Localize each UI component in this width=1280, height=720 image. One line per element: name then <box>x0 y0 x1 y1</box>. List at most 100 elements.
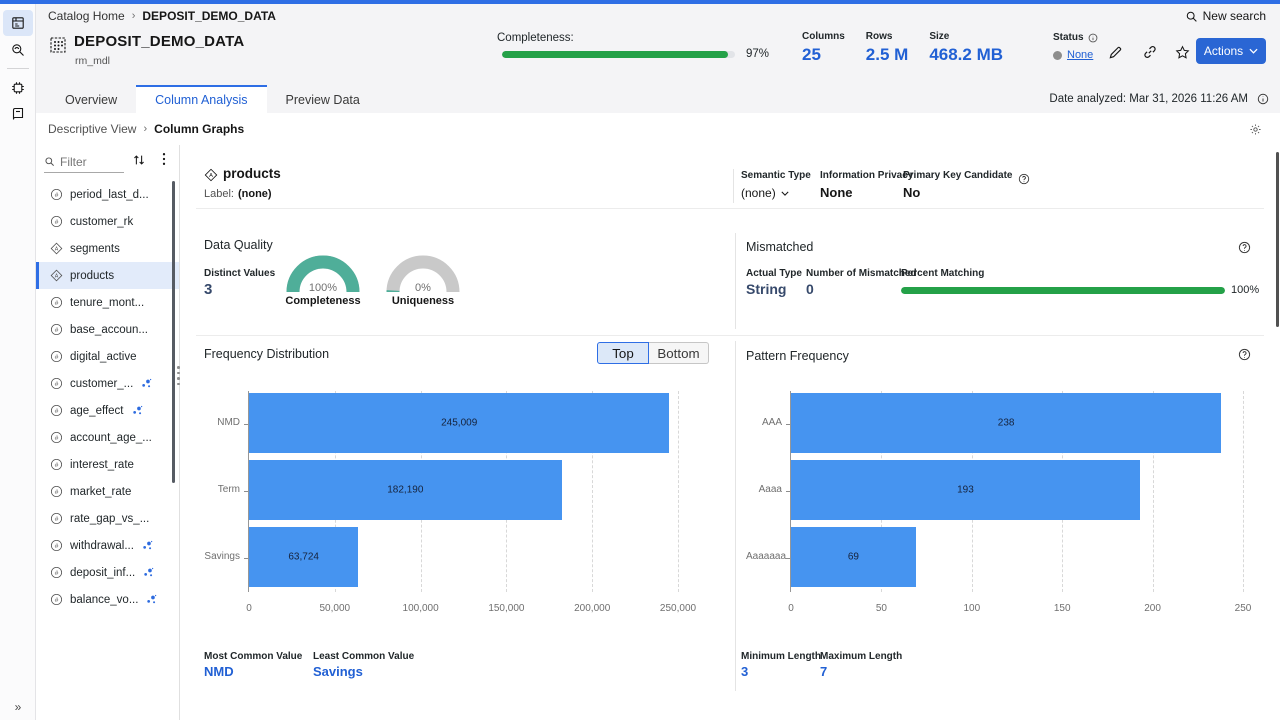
breadcrumb-catalog-home[interactable]: Catalog Home <box>48 9 125 23</box>
breadcrumb-separator: › <box>132 10 136 22</box>
info-icon[interactable] <box>1088 33 1098 43</box>
sidebar-item-age_effect[interactable]: #age_effect <box>36 397 179 424</box>
semantic-type-select[interactable]: (none) <box>741 186 811 200</box>
bar-value-label: 245,009 <box>249 418 669 429</box>
svg-text:A: A <box>209 173 213 179</box>
data-quality-title: Data Quality <box>204 238 273 252</box>
link-button[interactable] <box>1140 42 1160 62</box>
category-label: NMD <box>204 417 240 428</box>
axis-tick-label: 200,000 <box>557 603 627 614</box>
sidebar-scrollbar[interactable] <box>172 181 175 483</box>
axis-tick-label: 0 <box>756 603 826 614</box>
string-type-icon: A <box>50 242 63 255</box>
overflow-menu-button[interactable] <box>162 152 166 166</box>
distinct-values-value: 3 <box>204 281 212 298</box>
expand-rail-button[interactable]: » <box>0 700 36 714</box>
numeric-type-icon: # <box>50 323 63 336</box>
help-icon[interactable] <box>1018 173 1030 185</box>
status-dot <box>1053 51 1062 60</box>
sidebar-item-deposit_inf[interactable]: #deposit_inf... <box>36 559 179 586</box>
chart-plot-area: 245,009182,19063,724050,000100,000150,00… <box>248 391 678 592</box>
settings-gear-button[interactable] <box>1249 123 1262 136</box>
sidebar-item-tenure_mont[interactable]: #tenure_mont... <box>36 289 179 316</box>
bar-term[interactable]: 182,190 <box>249 460 562 520</box>
completeness-label: Completeness: <box>497 32 574 44</box>
svg-text:#: # <box>55 300 59 307</box>
filter-input[interactable] <box>60 155 116 169</box>
primary-key-field: Primary Key Candidate No <box>903 170 1013 200</box>
filter-field[interactable] <box>44 151 124 173</box>
page-title: DEPOSIT_DEMO_DATA <box>74 33 244 50</box>
sidebar-item-period_last_d[interactable]: #period_last_d... <box>36 181 179 208</box>
view-breadcrumb-current: Column Graphs <box>154 122 244 136</box>
rail-catalog-button[interactable] <box>3 10 33 36</box>
rail-data-button[interactable] <box>3 75 33 101</box>
column-name-label: products <box>70 270 114 282</box>
completeness-fill <box>502 51 728 58</box>
new-search-button[interactable]: New search <box>1185 9 1266 23</box>
least-common-value: Savings <box>313 664 363 679</box>
kebab-icon <box>162 152 166 166</box>
edit-button[interactable] <box>1105 42 1125 62</box>
sidebar-item-products[interactable]: Aproducts <box>36 262 179 289</box>
link-icon <box>1142 44 1158 60</box>
breadcrumb: Catalog Home › DEPOSIT_DEMO_DATA <box>48 9 276 23</box>
bar-nmd[interactable]: 245,009 <box>249 393 669 453</box>
tab-overview[interactable]: Overview <box>46 85 136 113</box>
category-label: Aaaaaaa <box>746 551 782 562</box>
status-value-link[interactable]: None <box>1067 49 1093 61</box>
tab-preview-data[interactable]: Preview Data <box>267 85 379 113</box>
sidebar-item-digital_active[interactable]: #digital_active <box>36 343 179 370</box>
search-icon <box>44 156 55 167</box>
bar-savings[interactable]: 63,724 <box>249 527 358 587</box>
svg-text:#: # <box>55 489 59 496</box>
help-icon[interactable] <box>1238 348 1251 361</box>
percent-matching-bar <box>901 287 1225 294</box>
sort-button[interactable] <box>132 153 146 167</box>
bar-value-label: 182,190 <box>249 485 562 496</box>
governance-icon <box>10 106 26 122</box>
tab-strip: OverviewColumn AnalysisPreview Data Date… <box>36 85 1280 113</box>
favorite-button[interactable] <box>1172 42 1192 62</box>
toggle-bottom-button[interactable]: Bottom <box>649 342 709 364</box>
bar-aaa[interactable]: 238 <box>791 393 1221 453</box>
rail-search-button[interactable] <box>3 37 33 63</box>
toggle-top-button[interactable]: Top <box>597 342 649 364</box>
rail-governance-button[interactable] <box>3 101 33 127</box>
actual-type-label: Actual Type <box>746 268 802 279</box>
info-icon[interactable] <box>1257 93 1269 105</box>
percent-matching-value: 100% <box>1231 284 1259 296</box>
actions-button[interactable]: Actions <box>1196 38 1266 64</box>
max-length-value: 7 <box>820 664 827 679</box>
ai-sparkle-icon <box>142 540 153 551</box>
help-icon[interactable] <box>1238 241 1251 254</box>
header-field-divider <box>733 169 734 203</box>
string-type-icon: A <box>204 168 218 182</box>
sidebar-item-segments[interactable]: Asegments <box>36 235 179 262</box>
sidebar-item-base_accoun[interactable]: #base_accoun... <box>36 316 179 343</box>
svg-text:#: # <box>55 354 59 361</box>
view-breadcrumb-parent[interactable]: Descriptive View <box>48 122 136 136</box>
column-label-key: Label: <box>204 188 234 200</box>
svg-text:#: # <box>55 192 59 199</box>
stat-size: Size468.2 MB <box>929 31 1003 65</box>
tab-column-analysis[interactable]: Column Analysis <box>136 85 266 113</box>
svg-text:#: # <box>55 462 59 469</box>
main-scrollbar[interactable] <box>1276 152 1279 327</box>
sidebar-item-customer_[interactable]: #customer_... <box>36 370 179 397</box>
numeric-type-icon: # <box>50 431 63 444</box>
sidebar-item-rate_gap_vs_[interactable]: #rate_gap_vs_... <box>36 505 179 532</box>
sidebar-item-account_age_[interactable]: #account_age_... <box>36 424 179 451</box>
column-label-row: Label:(none) <box>204 188 272 200</box>
sidebar-item-interest_rate[interactable]: #interest_rate <box>36 451 179 478</box>
bar-aaaaaaa[interactable]: 69 <box>791 527 916 587</box>
percent-matching-fill <box>901 287 1225 294</box>
sidebar-item-customer_rk[interactable]: #customer_rk <box>36 208 179 235</box>
axis-tick-label: 50 <box>846 603 916 614</box>
sidebar-item-market_rate[interactable]: #market_rate <box>36 478 179 505</box>
sidebar-item-balance_vo[interactable]: #balance_vo... <box>36 586 179 613</box>
section-divider <box>196 335 1264 336</box>
bar-aaaa[interactable]: 193 <box>791 460 1140 520</box>
app-window: » Catalog Home › DEPOSIT_DEMO_DATA New s… <box>0 0 1280 720</box>
sidebar-item-withdrawal[interactable]: #withdrawal... <box>36 532 179 559</box>
